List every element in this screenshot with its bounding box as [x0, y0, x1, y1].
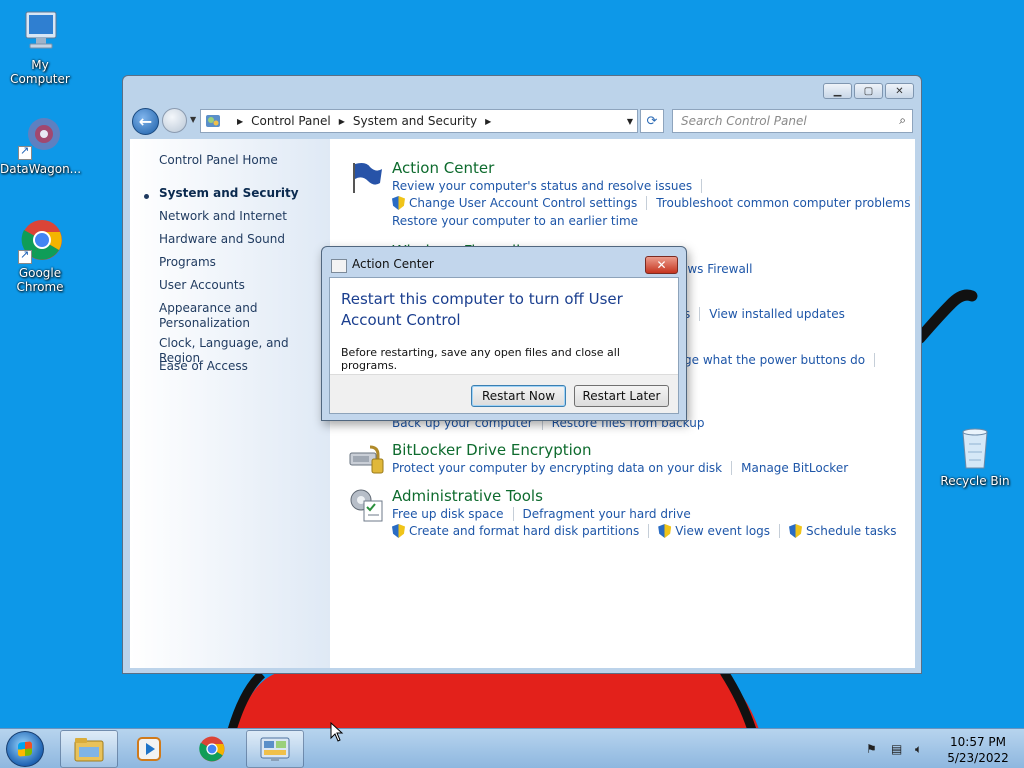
restart-later-button[interactable]: Restart Later [574, 385, 669, 407]
desktop-icon-label: DataWagon... [0, 162, 82, 176]
taskbar: ⚑ ▤ 🔈︎ 10:57 PM 5/23/2022 [0, 728, 1024, 768]
dialog-body: Restart this computer to turn off User A… [329, 277, 679, 414]
chrome-icon [199, 736, 225, 762]
view-installed-updates-link[interactable]: View installed updates [709, 307, 845, 321]
action-center-flag-icon[interactable]: ⚑ [866, 742, 882, 756]
computer-icon [16, 8, 64, 56]
uac-shield-icon [392, 196, 405, 210]
desktop-icon-label: Recycle Bin [940, 474, 1010, 488]
nav-appearance-and-personalization[interactable]: Appearance and Personalization [159, 301, 269, 331]
recycle-bin-icon [951, 424, 999, 472]
network-icon[interactable]: ▤ [891, 742, 907, 756]
minimize-button[interactable]: ▁ [823, 83, 852, 99]
taskbar-control-panel[interactable] [246, 730, 304, 768]
review-status-link[interactable]: Review your computer's status and resolv… [392, 179, 692, 193]
breadcrumb-separator-icon[interactable]: ▶ [339, 117, 345, 126]
create-partitions-link[interactable]: Create and format hard disk partitions [409, 524, 639, 538]
media-player-icon [137, 737, 161, 761]
troubleshoot-link[interactable]: Troubleshoot common computer problems [656, 196, 910, 210]
desktop-icon-google-chrome[interactable]: Google Chrome [0, 216, 80, 294]
mouse-cursor-icon [330, 722, 344, 742]
uac-shield-icon [658, 524, 672, 538]
dialog-message: Before restarting, save any open files a… [341, 346, 620, 372]
forward-button[interactable] [162, 108, 187, 133]
shortcut-arrow-icon [18, 144, 32, 160]
left-navigation-pane: Control Panel Home System and Security N… [130, 139, 330, 668]
folder-icon [74, 738, 104, 762]
administrative-tools-title[interactable]: Administrative Tools [392, 487, 543, 505]
nav-ease-of-access[interactable]: Ease of Access [159, 359, 248, 374]
uac-shield-icon [392, 524, 405, 538]
free-disk-space-link[interactable]: Free up disk space [392, 507, 504, 521]
breadcrumb-system-and-security[interactable]: System and Security [353, 114, 477, 128]
nav-control-panel-home[interactable]: Control Panel Home [159, 153, 278, 168]
start-button[interactable] [6, 731, 44, 767]
breadcrumb-control-panel[interactable]: Control Panel [251, 114, 331, 128]
action-center-window-icon [331, 259, 347, 273]
view-event-logs-link[interactable]: View event logs [675, 524, 770, 538]
address-bar[interactable]: ▶ Control Panel ▶ System and Security ▶ … [200, 109, 638, 133]
search-input[interactable]: Search Control Panel ⌕ [672, 109, 913, 133]
breadcrumb-separator-icon: ▶ [237, 116, 244, 126]
back-button[interactable]: ← [132, 108, 159, 135]
change-uac-settings-link[interactable]: Change User Account Control settings [409, 196, 637, 210]
bitlocker-icon [349, 445, 384, 474]
power-buttons-link[interactable]: ge what the power buttons do [684, 353, 865, 367]
nav-hardware-and-sound[interactable]: Hardware and Sound [159, 232, 285, 247]
nav-system-and-security[interactable]: System and Security [159, 186, 299, 201]
clock-date: 5/23/2022 [947, 751, 1009, 765]
control-panel-icon [206, 115, 220, 127]
dialog-footer: Restart Now Restart Later [330, 374, 678, 413]
taskbar-explorer[interactable] [60, 730, 118, 768]
restart-dialog: Action Center ✕ Restart this computer to… [321, 246, 687, 421]
nav-network-and-internet[interactable]: Network and Internet [159, 209, 287, 224]
schedule-tasks-link[interactable]: Schedule tasks [806, 524, 896, 538]
restore-computer-link[interactable]: Restore your computer to an earlier time [392, 214, 638, 228]
navigation-toolbar: ← ▼ ▶ Control Panel ▶ System and Securit… [130, 106, 914, 136]
search-placeholder: Search Control Panel [681, 114, 807, 128]
uac-shield-icon [789, 524, 803, 538]
desktop-icon-label: Google Chrome [16, 266, 64, 294]
desktop-icon-my-computer[interactable]: My Computer [0, 8, 80, 86]
taskbar-media-player[interactable] [120, 730, 178, 768]
desktop-icon-datawagon[interactable]: DataWagon... [0, 112, 82, 176]
shortcut-arrow-icon [18, 248, 32, 264]
desktop-icon-recycle-bin[interactable]: Recycle Bin [935, 424, 1015, 488]
address-dropdown-icon[interactable]: ▼ [627, 117, 633, 126]
nav-programs[interactable]: Programs [159, 255, 216, 270]
volume-icon[interactable]: 🔈︎ [915, 742, 931, 756]
datawagon-icon [16, 112, 64, 160]
nav-user-accounts[interactable]: User Accounts [159, 278, 245, 293]
current-item-bullet [144, 194, 149, 199]
taskbar-chrome[interactable] [183, 730, 241, 768]
defragment-link[interactable]: Defragment your hard drive [523, 507, 691, 521]
desktop-icon-label: My Computer [10, 58, 70, 86]
window-controls: ▁ ▢ ✕ [823, 83, 914, 99]
bitlocker-title[interactable]: BitLocker Drive Encryption [392, 441, 591, 459]
clock-time: 10:57 PM [950, 735, 1006, 749]
refresh-button[interactable]: ⟳ [640, 109, 664, 133]
system-clock[interactable]: 10:57 PM 5/23/2022 [936, 734, 1020, 766]
control-panel-icon [260, 737, 290, 761]
close-window-button[interactable]: ✕ [885, 83, 914, 99]
dialog-heading: Restart this computer to turn off User A… [341, 290, 623, 329]
dialog-close-button[interactable]: ✕ [645, 256, 678, 274]
search-icon[interactable]: ⌕ [899, 113, 906, 128]
manage-bitlocker-link[interactable]: Manage BitLocker [741, 461, 848, 475]
chrome-icon [16, 216, 64, 264]
maximize-button[interactable]: ▢ [854, 83, 883, 99]
administrative-tools-icon [350, 489, 383, 522]
protect-computer-link[interactable]: Protect your computer by encrypting data… [392, 461, 722, 475]
recent-pages-dropdown[interactable]: ▼ [190, 115, 196, 124]
breadcrumb-separator-icon[interactable]: ▶ [485, 117, 491, 126]
action-center-flag-icon [353, 163, 382, 193]
restart-now-button[interactable]: Restart Now [471, 385, 566, 407]
dialog-title: Action Center [352, 257, 434, 271]
windows-firewall-link[interactable]: ows Firewall [680, 262, 752, 276]
action-center-title[interactable]: Action Center [392, 159, 494, 177]
